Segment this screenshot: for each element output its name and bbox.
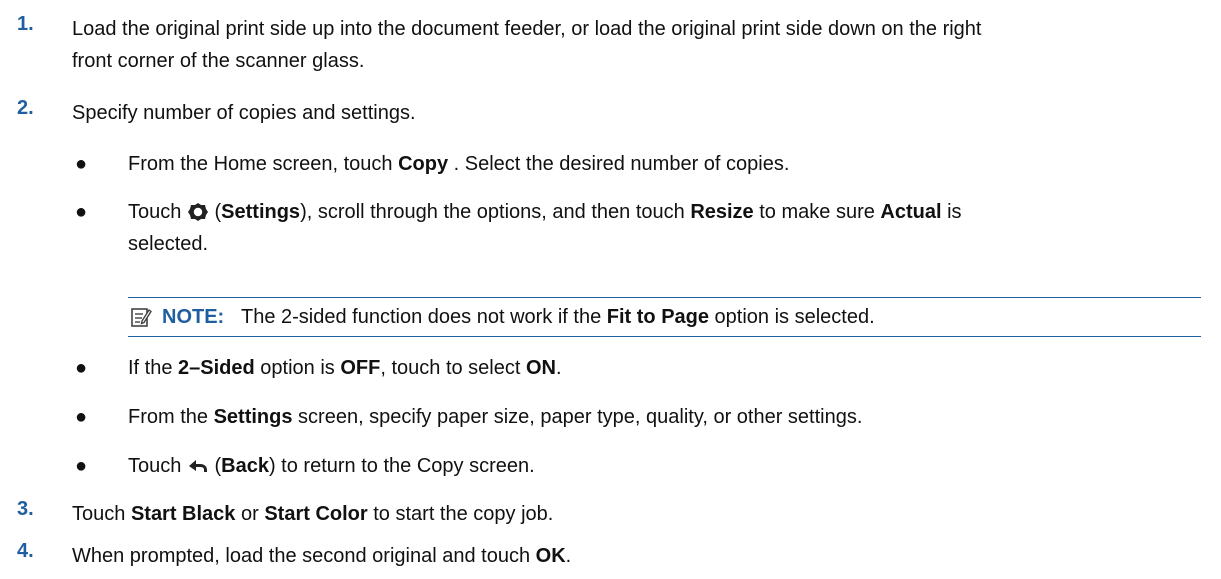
back-arrow-icon	[187, 454, 209, 474]
step-number: 2.	[17, 97, 34, 119]
document-page: 1. Load the original print side up into …	[0, 0, 1221, 579]
bullet-dot: ●	[75, 357, 88, 379]
bullet-dot: ●	[75, 406, 88, 428]
note-text: The 2-sided function does not work if th…	[241, 306, 875, 328]
bullet-text: From the Home screen, touch Copy . Selec…	[128, 153, 790, 175]
bullet-dot: ●	[75, 201, 88, 223]
bullet-dot: ●	[75, 153, 88, 175]
step-number: 1.	[17, 13, 34, 35]
bullet-text: From the Settings screen, specify paper …	[128, 406, 863, 428]
step-number: 4.	[17, 540, 34, 562]
bullet-dot: ●	[75, 455, 88, 477]
step-text: Specify number of copies and settings.	[72, 102, 416, 124]
note-box: NOTE: The 2-sided function does not work…	[128, 297, 1201, 337]
step-text: Load the original print side up into the…	[72, 18, 982, 72]
bullet-text: Touch (Settings), scroll through the opt…	[128, 200, 962, 255]
bullet-text: If the 2–Sided option is OFF, touch to s…	[128, 357, 562, 379]
step-number: 3.	[17, 498, 34, 520]
gear-icon	[187, 200, 209, 221]
bullet-text: Touch (Back) to return to the Copy scree…	[128, 454, 535, 477]
step-text: When prompted, load the second original …	[72, 545, 572, 567]
note-label: NOTE:	[162, 306, 225, 328]
step-text: Touch Start Black or Start Color to star…	[72, 503, 554, 525]
note-icon	[130, 306, 152, 328]
